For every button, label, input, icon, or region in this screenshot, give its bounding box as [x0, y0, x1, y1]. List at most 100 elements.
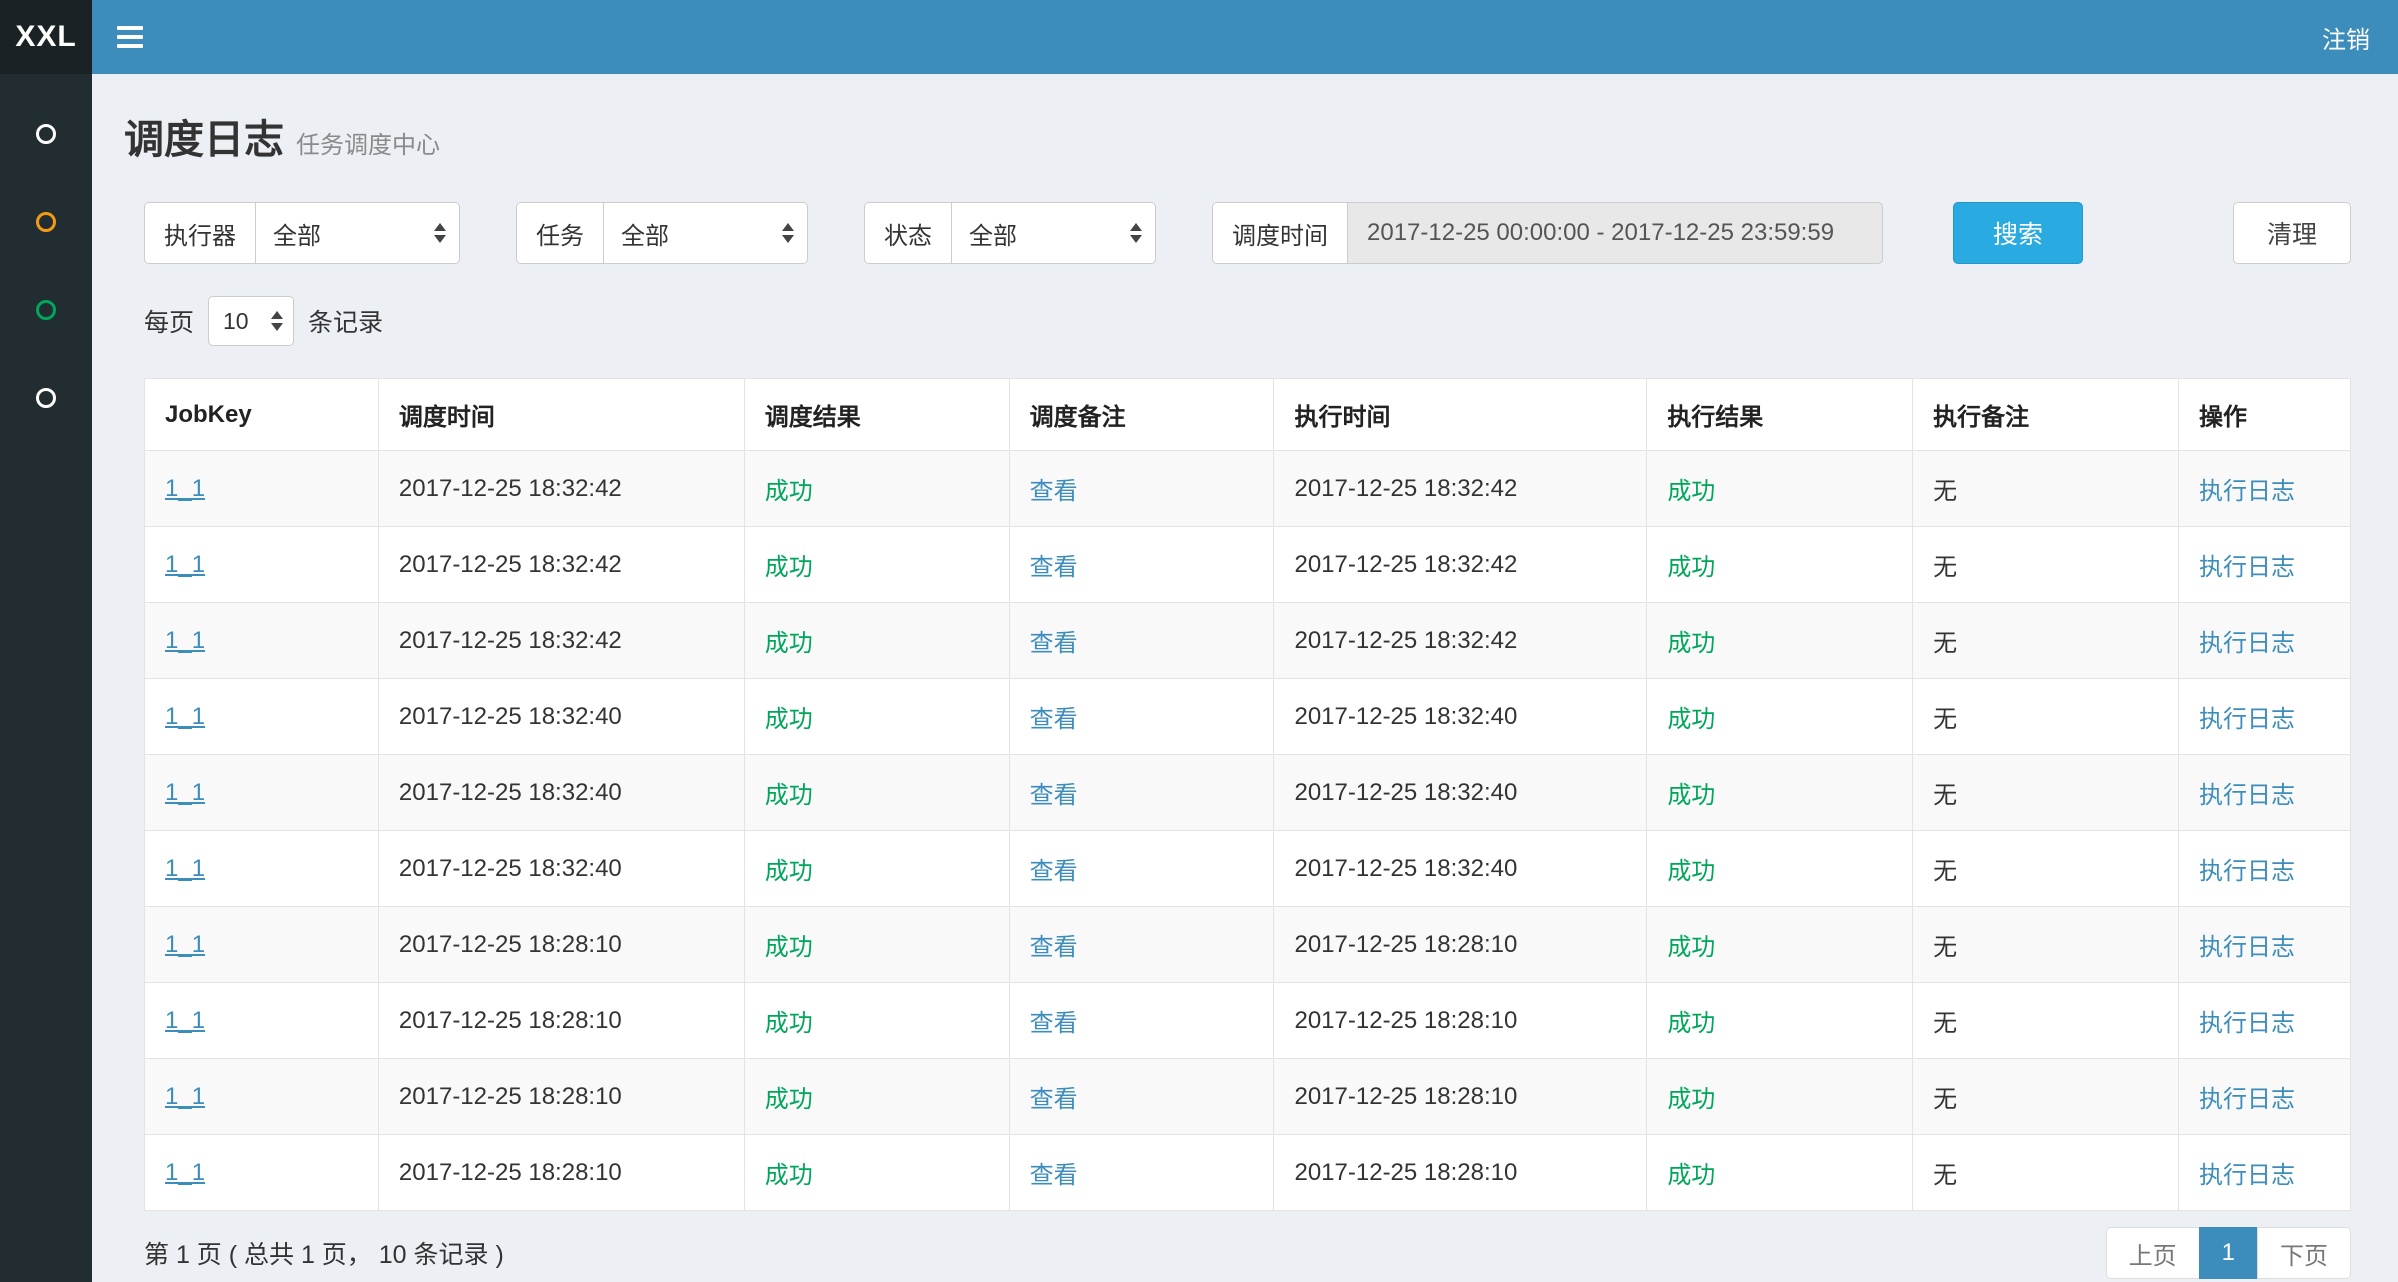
page-subtitle: 任务调度中心 [296, 132, 440, 159]
execution-log-link[interactable]: 执行日志 [2199, 1162, 2295, 1189]
app-logo[interactable]: XXL [0, 0, 92, 74]
execution-log-link[interactable]: 执行日志 [2199, 706, 2295, 733]
page-size-row: 每页 10 条记录 [144, 296, 2351, 346]
trigger-msg-link[interactable]: 查看 [1030, 934, 1078, 961]
trigger-msg-link[interactable]: 查看 [1030, 554, 1078, 581]
jobkey-link[interactable]: 1_1 [165, 855, 205, 882]
execution-log-link[interactable]: 执行日志 [2199, 630, 2295, 657]
job-filter-group: 任务 全部 [516, 202, 808, 264]
handle-time-cell: 2017-12-25 18:28:10 [1274, 1059, 1647, 1135]
sidebar [0, 74, 92, 1282]
executor-filter-group: 执行器 全部 [144, 202, 460, 264]
execution-log-link[interactable]: 执行日志 [2199, 782, 2295, 809]
trigger-time-cell: 2017-12-25 18:32:42 [378, 527, 744, 603]
handle-result-cell: 成功 [1647, 755, 1913, 831]
execution-log-link[interactable]: 执行日志 [2199, 858, 2295, 885]
table-header-row: JobKey 调度时间 调度结果 调度备注 执行时间 执行结果 执行备注 操作 [145, 379, 2351, 451]
page-size-prefix-label: 每页 [144, 303, 194, 339]
execution-log-link[interactable]: 执行日志 [2199, 1010, 2295, 1037]
trigger-result-cell: 成功 [744, 527, 1009, 603]
jobkey-link[interactable]: 1_1 [165, 627, 205, 654]
pagination: 上页 1 下页 [2106, 1227, 2351, 1279]
circle-outline-icon [36, 212, 56, 232]
handle-result-cell: 成功 [1647, 603, 1913, 679]
next-page-button[interactable]: 下页 [2257, 1227, 2351, 1279]
trigger-msg-link[interactable]: 查看 [1030, 858, 1078, 885]
status-filter-group: 状态 全部 [864, 202, 1156, 264]
jobkey-link[interactable]: 1_1 [165, 475, 205, 502]
page-1-button[interactable]: 1 [2199, 1227, 2258, 1279]
logout-link[interactable]: 注销 [2294, 0, 2398, 74]
sidebar-toggle-button[interactable] [92, 0, 168, 74]
handle-time-cell: 2017-12-25 18:32:40 [1274, 831, 1647, 907]
header-handle-result: 执行结果 [1647, 379, 1913, 451]
jobkey-link[interactable]: 1_1 [165, 703, 205, 730]
job-select[interactable]: 全部 [603, 202, 808, 264]
jobkey-link[interactable]: 1_1 [165, 1007, 205, 1034]
trigger-result-cell: 成功 [744, 1059, 1009, 1135]
status-select-value: 全部 [969, 216, 1017, 251]
execution-log-link[interactable]: 执行日志 [2199, 1086, 2295, 1113]
jobkey-link[interactable]: 1_1 [165, 779, 205, 806]
trigger-msg-link[interactable]: 查看 [1030, 706, 1078, 733]
handle-time-cell: 2017-12-25 18:28:10 [1274, 907, 1647, 983]
trigger-result-cell: 成功 [744, 831, 1009, 907]
table-row: 1_1 2017-12-25 18:32:40 成功 查看 2017-12-25… [145, 755, 2351, 831]
page-size-select[interactable]: 10 [208, 296, 294, 346]
trigger-result-cell: 成功 [744, 1135, 1009, 1211]
clear-button[interactable]: 清理 [2233, 202, 2351, 264]
sidebar-item-1[interactable] [0, 90, 92, 178]
sidebar-item-2[interactable] [0, 178, 92, 266]
handle-msg-cell: 无 [1913, 831, 2179, 907]
jobkey-link[interactable]: 1_1 [165, 1159, 205, 1186]
sidebar-item-4[interactable] [0, 354, 92, 442]
table-row: 1_1 2017-12-25 18:32:40 成功 查看 2017-12-25… [145, 831, 2351, 907]
handle-time-cell: 2017-12-25 18:28:10 [1274, 1135, 1647, 1211]
table-row: 1_1 2017-12-25 18:28:10 成功 查看 2017-12-25… [145, 1059, 2351, 1135]
navbar-main: 注销 [92, 0, 2398, 74]
header-trigger-msg: 调度备注 [1009, 379, 1274, 451]
jobkey-link[interactable]: 1_1 [165, 1083, 205, 1110]
header-trigger-time: 调度时间 [378, 379, 744, 451]
executor-select[interactable]: 全部 [255, 202, 460, 264]
handle-time-cell: 2017-12-25 18:32:42 [1274, 527, 1647, 603]
prev-page-button[interactable]: 上页 [2106, 1227, 2200, 1279]
execution-log-link[interactable]: 执行日志 [2199, 554, 2295, 581]
trigger-msg-link[interactable]: 查看 [1030, 478, 1078, 505]
trigger-msg-link[interactable]: 查看 [1030, 782, 1078, 809]
trigger-time-cell: 2017-12-25 18:32:40 [378, 755, 744, 831]
updown-arrows-icon [782, 223, 794, 243]
trigger-result-cell: 成功 [744, 679, 1009, 755]
main-content: 调度日志任务调度中心 执行器 全部 任务 全部 [92, 0, 2398, 1282]
jobkey-link[interactable]: 1_1 [165, 931, 205, 958]
footer-row: 第 1 页 ( 总共 1 页， 10 条记录 ) 上页 1 下页 [144, 1227, 2351, 1282]
search-button[interactable]: 搜索 [1953, 202, 2083, 264]
table-row: 1_1 2017-12-25 18:28:10 成功 查看 2017-12-25… [145, 1135, 2351, 1211]
trigger-msg-link[interactable]: 查看 [1030, 1086, 1078, 1113]
trigger-result-cell: 成功 [744, 907, 1009, 983]
job-filter-label: 任务 [516, 202, 603, 264]
pagination-summary: 第 1 页 ( 总共 1 页， 10 条记录 ) [144, 1235, 504, 1271]
handle-msg-cell: 无 [1913, 907, 2179, 983]
handle-msg-cell: 无 [1913, 1059, 2179, 1135]
jobkey-link[interactable]: 1_1 [165, 551, 205, 578]
handle-result-cell: 成功 [1647, 1135, 1913, 1211]
handle-time-cell: 2017-12-25 18:32:40 [1274, 679, 1647, 755]
executor-filter-label: 执行器 [144, 202, 255, 264]
execution-log-link[interactable]: 执行日志 [2199, 478, 2295, 505]
header-trigger-result: 调度结果 [744, 379, 1009, 451]
trigger-msg-link[interactable]: 查看 [1030, 1162, 1078, 1189]
trigger-time-cell: 2017-12-25 18:28:10 [378, 1059, 744, 1135]
trigger-msg-link[interactable]: 查看 [1030, 630, 1078, 657]
handle-msg-cell: 无 [1913, 451, 2179, 527]
table-row: 1_1 2017-12-25 18:32:42 成功 查看 2017-12-25… [145, 527, 2351, 603]
trigger-time-range-input[interactable] [1347, 202, 1883, 264]
status-filter-label: 状态 [864, 202, 951, 264]
trigger-msg-link[interactable]: 查看 [1030, 1010, 1078, 1037]
trigger-time-cell: 2017-12-25 18:32:42 [378, 603, 744, 679]
page-size-suffix-label: 条记录 [308, 303, 383, 339]
sidebar-item-3[interactable] [0, 266, 92, 354]
status-select[interactable]: 全部 [951, 202, 1156, 264]
handle-msg-cell: 无 [1913, 755, 2179, 831]
execution-log-link[interactable]: 执行日志 [2199, 934, 2295, 961]
